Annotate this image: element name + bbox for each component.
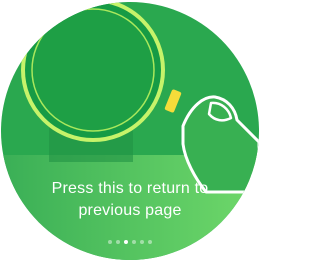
instruction-line-1: Press this to return to: [51, 180, 209, 197]
page-indicator: [1, 240, 259, 244]
page-dot-4: [132, 240, 136, 244]
instruction-text: Press this to return to previous page: [1, 178, 259, 222]
page-dot-5: [140, 240, 144, 244]
page-dot-6: [148, 240, 152, 244]
page-dot-1: [108, 240, 112, 244]
page-dot-2: [116, 240, 120, 244]
tutorial-screen: Press this to return to previous page: [0, 0, 260, 261]
watch-face-icon: [31, 8, 155, 132]
page-dot-3: [124, 240, 128, 244]
instruction-line-2: previous page: [78, 202, 182, 219]
round-watch-display: Press this to return to previous page: [1, 2, 259, 260]
